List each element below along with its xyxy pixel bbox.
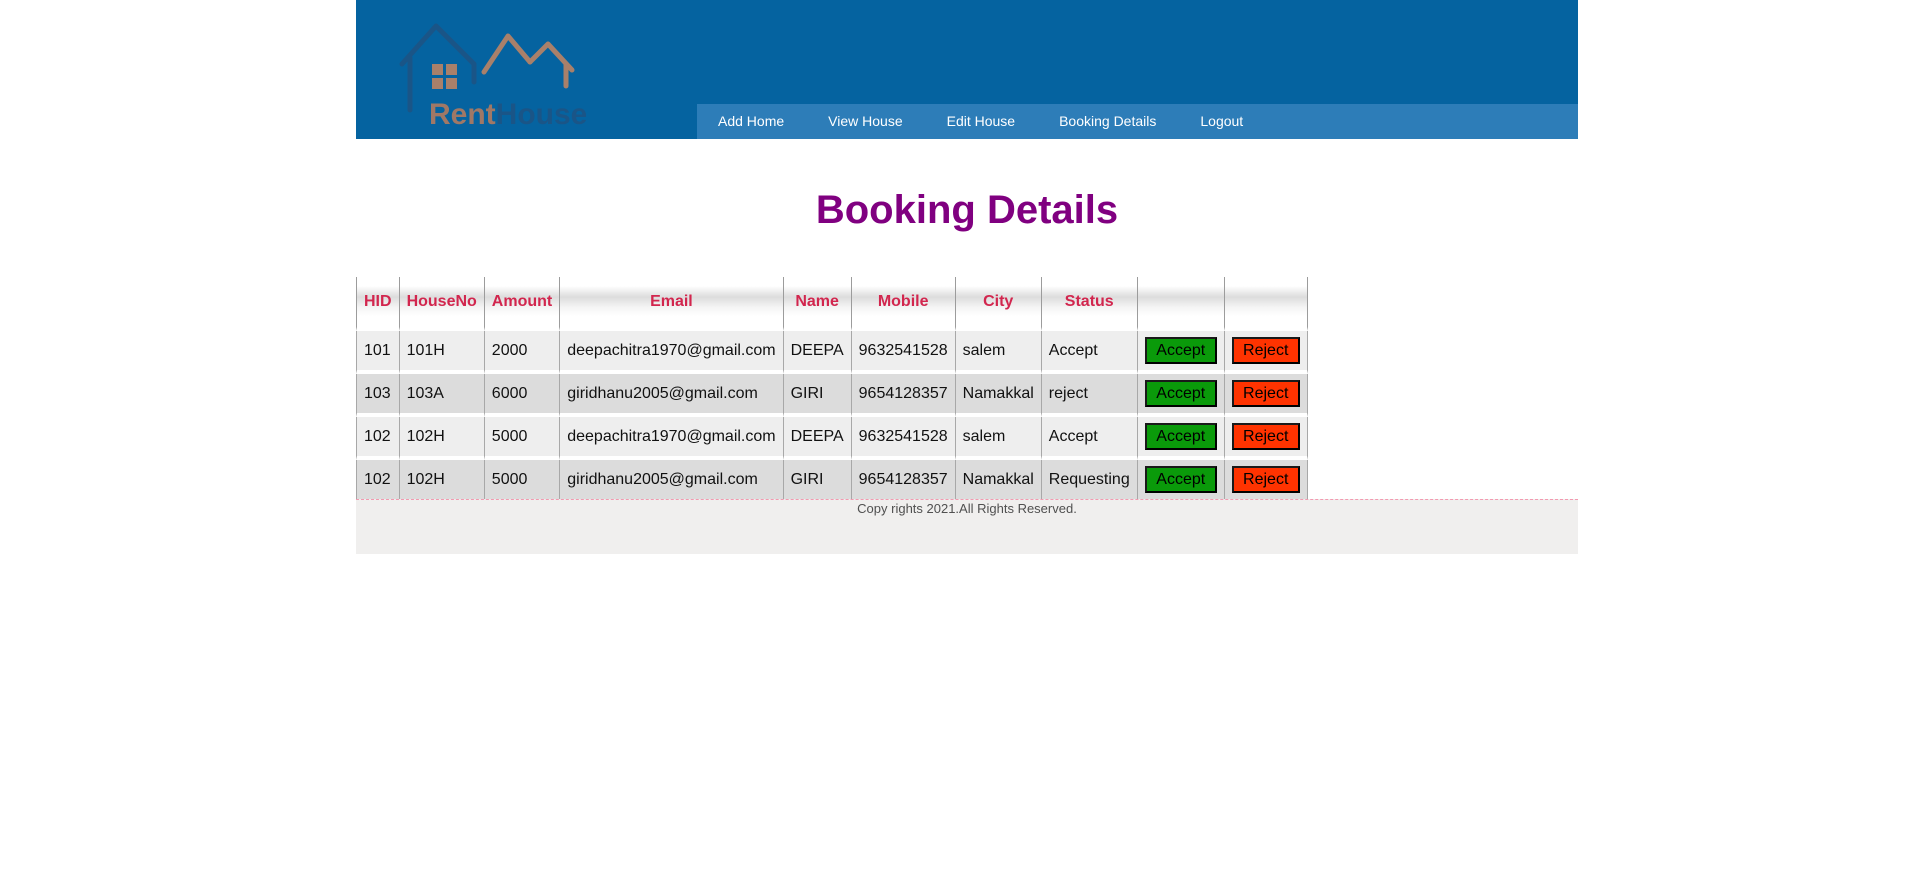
cell-status: Requesting (1040, 460, 1137, 499)
renthouse-logo[interactable]: RentHouse (396, 22, 586, 130)
accept-button[interactable]: Accept (1144, 423, 1217, 450)
nav-booking-details[interactable]: Booking Details (1037, 104, 1178, 139)
cell-status: Accept (1040, 417, 1137, 460)
booking-table: HID HouseNo Amount Email Name Mobile Cit… (356, 277, 1308, 499)
cell-mobile: 9654128357 (850, 460, 955, 499)
site-footer: Copy rights 2021.All Rights Reserved. (356, 499, 1578, 554)
cell-name: DEEPA (782, 331, 851, 374)
col-header-name: Name (782, 277, 851, 331)
cell-amount: 6000 (483, 374, 560, 417)
svg-text:RentHouse: RentHouse (429, 98, 586, 130)
cell-city: Namakkal (954, 460, 1041, 499)
cell-accept: Accept (1136, 331, 1224, 374)
col-header-accept (1136, 277, 1224, 331)
cell-reject: Reject (1223, 331, 1308, 374)
cell-status: Accept (1040, 331, 1137, 374)
reject-button[interactable]: Reject (1231, 423, 1300, 450)
col-header-hid: HID (356, 277, 399, 331)
col-header-houseno: HouseNo (398, 277, 484, 331)
nav-logout[interactable]: Logout (1178, 104, 1265, 139)
cell-amount: 2000 (483, 331, 560, 374)
cell-status: reject (1040, 374, 1137, 417)
accept-button[interactable]: Accept (1144, 337, 1217, 364)
col-header-status: Status (1040, 277, 1137, 331)
cell-email: giridhanu2005@gmail.com (559, 460, 783, 499)
reject-button[interactable]: Reject (1231, 337, 1300, 364)
table-row: 102 102H 5000 giridhanu2005@gmail.com GI… (356, 460, 1308, 499)
nav-view-house[interactable]: View House (806, 104, 924, 139)
table-row: 101 101H 2000 deepachitra1970@gmail.com … (356, 331, 1308, 374)
cell-reject: Reject (1223, 417, 1308, 460)
cell-email: deepachitra1970@gmail.com (559, 331, 783, 374)
table-row: 102 102H 5000 deepachitra1970@gmail.com … (356, 417, 1308, 460)
page-container: RentHouse Add Home View House Edit House… (356, 0, 1578, 554)
nav-edit-house[interactable]: Edit House (925, 104, 1037, 139)
cell-city: salem (954, 331, 1041, 374)
logo-text-house: House (496, 98, 586, 130)
col-header-mobile: Mobile (850, 277, 955, 331)
cell-accept: Accept (1136, 374, 1224, 417)
col-header-city: City (954, 277, 1041, 331)
table-header-row: HID HouseNo Amount Email Name Mobile Cit… (356, 277, 1308, 331)
col-header-reject (1223, 277, 1308, 331)
cell-houseno: 102H (398, 460, 484, 499)
cell-email: giridhanu2005@gmail.com (559, 374, 783, 417)
cell-name: GIRI (782, 460, 851, 499)
table-row: 103 103A 6000 giridhanu2005@gmail.com GI… (356, 374, 1308, 417)
col-header-amount: Amount (483, 277, 560, 331)
cell-mobile: 9654128357 (850, 374, 955, 417)
accept-button[interactable]: Accept (1144, 466, 1217, 493)
cell-hid: 101 (356, 331, 399, 374)
col-header-email: Email (559, 277, 783, 331)
cell-hid: 102 (356, 460, 399, 499)
nav-add-home[interactable]: Add Home (697, 104, 806, 139)
booking-table-container: HID HouseNo Amount Email Name Mobile Cit… (356, 277, 1308, 499)
cell-accept: Accept (1136, 460, 1224, 499)
cell-hid: 102 (356, 417, 399, 460)
cell-mobile: 9632541528 (850, 417, 955, 460)
logo-text-rent: Rent (429, 98, 496, 130)
cell-amount: 5000 (483, 417, 560, 460)
cell-name: DEEPA (782, 417, 851, 460)
cell-mobile: 9632541528 (850, 331, 955, 374)
reject-button[interactable]: Reject (1231, 466, 1300, 493)
cell-houseno: 101H (398, 331, 484, 374)
cell-houseno: 103A (398, 374, 484, 417)
page-title: Booking Details (815, 188, 1119, 232)
cell-email: deepachitra1970@gmail.com (559, 417, 783, 460)
site-header: RentHouse Add Home View House Edit House… (356, 0, 1578, 139)
cell-hid: 103 (356, 374, 399, 417)
cell-amount: 5000 (483, 460, 560, 499)
cell-city: salem (954, 417, 1041, 460)
main-nav: Add Home View House Edit House Booking D… (697, 104, 1578, 139)
reject-button[interactable]: Reject (1231, 380, 1300, 407)
cell-name: GIRI (782, 374, 851, 417)
cell-reject: Reject (1223, 374, 1308, 417)
cell-accept: Accept (1136, 417, 1224, 460)
cell-reject: Reject (1223, 460, 1308, 499)
cell-houseno: 102H (398, 417, 484, 460)
accept-button[interactable]: Accept (1144, 380, 1217, 407)
cell-city: Namakkal (954, 374, 1041, 417)
copyright-text: Copy rights 2021.All Rights Reserved. (857, 501, 1077, 516)
